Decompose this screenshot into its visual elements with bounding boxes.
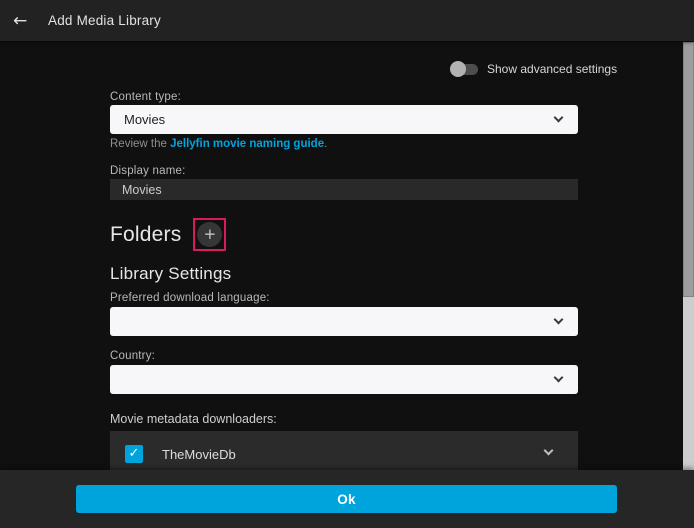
downloader-name: TheMovieDb [162, 447, 236, 462]
focus-ring: + [193, 218, 226, 251]
country-label: Country: [110, 350, 155, 362]
content-type-label: Content type: [110, 91, 181, 103]
check-icon: ✓ [129, 445, 140, 463]
preferred-language-label: Preferred download language: [110, 292, 270, 304]
naming-guide-helper: Review the Jellyfin movie naming guide. [110, 138, 327, 150]
scrollbar-track[interactable] [683, 42, 694, 470]
chevron-down-icon [554, 113, 564, 123]
display-name-input[interactable] [110, 179, 578, 200]
library-settings-heading: Library Settings [110, 264, 231, 284]
naming-guide-link[interactable]: Jellyfin movie naming guide [170, 138, 324, 150]
folders-heading: Folders [110, 223, 181, 247]
advanced-settings-row: Show advanced settings [452, 60, 578, 78]
page-title: Add Media Library [48, 13, 161, 28]
toggle-knob [450, 61, 466, 77]
add-media-library-dialog: ← Add Media Library Show advanced settin… [0, 0, 694, 528]
advanced-settings-label: Show advanced settings [487, 62, 617, 76]
content-type-select[interactable]: Movies [110, 105, 578, 134]
country-select[interactable] [110, 365, 578, 394]
toolbar: ← Add Media Library [0, 0, 694, 41]
chevron-down-icon [554, 315, 564, 325]
chevron-down-icon [554, 373, 564, 383]
scrollbar-thumb[interactable] [683, 42, 694, 297]
downloader-list-item[interactable]: ✓ TheMovieDb [110, 439, 578, 469]
content-type-value: Movies [124, 112, 165, 127]
advanced-settings-toggle[interactable] [452, 64, 478, 75]
display-name-label: Display name: [110, 165, 185, 177]
helper-suffix: . [324, 138, 327, 150]
back-button[interactable]: ← [13, 8, 39, 34]
metadata-downloaders-label: Movie metadata downloaders: [110, 412, 277, 426]
arrow-left-icon: ← [13, 11, 27, 31]
ok-button[interactable]: Ok [76, 485, 617, 513]
footer-bar: Ok [0, 470, 694, 528]
add-folder-button[interactable]: + [197, 222, 222, 247]
plus-icon: + [204, 225, 217, 243]
themoviedb-checkbox[interactable]: ✓ [125, 445, 143, 463]
folders-section: Folders + [110, 218, 226, 251]
preferred-language-select[interactable] [110, 307, 578, 336]
helper-prefix: Review the [110, 138, 170, 150]
